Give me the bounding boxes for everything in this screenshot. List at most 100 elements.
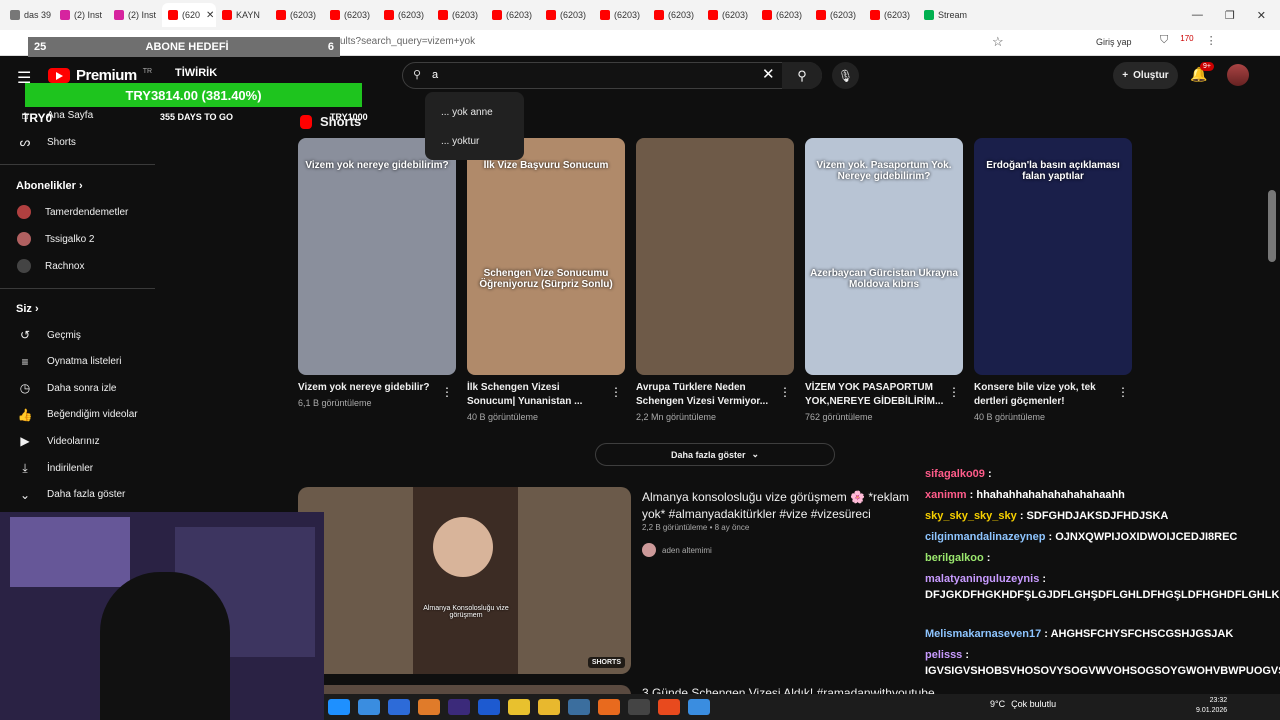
browser-tab[interactable]: (6203) xyxy=(486,3,540,27)
more-options-icon[interactable]: ⋮ xyxy=(779,385,791,399)
taskbar-app-icon[interactable] xyxy=(568,699,590,715)
browser-tab[interactable]: (6203) xyxy=(756,3,810,27)
chat-text: SDFGHDJAKSDJFHDJSKA xyxy=(1026,510,1169,522)
taskbar-app-icon[interactable] xyxy=(478,699,500,715)
user-avatar[interactable] xyxy=(1227,64,1249,86)
short-overlay-text: Vizem yok. Pasaportum Yok. Nereye gidebi… xyxy=(816,160,952,182)
chevron-down-icon: ⌄ xyxy=(751,449,760,459)
sidebar-item-channel[interactable]: Tssigalko 2 xyxy=(0,226,155,252)
wall-poster xyxy=(10,517,130,587)
maximize-icon[interactable]: ❐ xyxy=(1225,9,1235,22)
guest-signin[interactable]: Giriş yap xyxy=(1096,37,1132,47)
video-thumbnail[interactable]: Almanya Konsolosluğu vize görüşmem SHORT… xyxy=(298,487,631,674)
show-more-button[interactable]: Daha fazla göster ⌄ xyxy=(595,443,835,466)
short-title[interactable]: Avrupa Türklere Neden Schengen Vizesi Ve… xyxy=(636,381,776,409)
browser-tab[interactable]: (6203) xyxy=(540,3,594,27)
taskbar-app-icon[interactable] xyxy=(628,699,650,715)
taskbar-app-icon[interactable] xyxy=(418,699,440,715)
sidebar-item-channel[interactable]: Tamerdendemetler xyxy=(0,199,155,225)
suggestion-item[interactable]: ... yok anne xyxy=(425,98,524,127)
browser-tab[interactable]: (6203) xyxy=(864,3,918,27)
browser-tab[interactable]: (6203) xyxy=(432,3,486,27)
tab-favicon-icon xyxy=(924,10,934,20)
video-channel[interactable]: aden altemimi xyxy=(642,543,712,557)
browser-tab[interactable]: (6203) xyxy=(702,3,756,27)
taskbar-app-icon[interactable] xyxy=(598,699,620,715)
taskbar-app-icon[interactable] xyxy=(508,699,530,715)
bookmark-star-icon[interactable]: ☆ xyxy=(992,34,1004,50)
taskbar-app-icon[interactable] xyxy=(358,699,380,715)
short-title[interactable]: İlk Schengen Vizesi Sonucum| Yunanistan … xyxy=(467,381,607,409)
short-thumbnail[interactable]: İlk Vize Başvuru Sonucum Schengen Vize So… xyxy=(467,138,625,375)
taskbar-app-icon[interactable] xyxy=(448,699,470,715)
more-options-icon[interactable]: ⋮ xyxy=(610,385,622,399)
sidebar-item-label: Beğendiğim videolar xyxy=(47,409,138,421)
browser-tab[interactable]: (6203) xyxy=(378,3,432,27)
subscriptions-heading[interactable]: Abonelikler › xyxy=(16,180,83,192)
taskbar-app-icon[interactable] xyxy=(388,699,410,715)
create-button[interactable]: + Oluştur xyxy=(1113,62,1178,89)
browser-tab[interactable]: das 39 xyxy=(4,3,54,27)
browser-tab[interactable]: (6203) xyxy=(810,3,864,27)
short-thumbnail[interactable]: Vizem yok. Pasaportum Yok. Nereye gidebi… xyxy=(805,138,963,375)
browser-tab[interactable]: (6203) xyxy=(324,3,378,27)
shield-icon[interactable]: ⛉ xyxy=(1160,34,1168,47)
video-title[interactable]: Almanya konsolosluğu vize görüşmem 🌸 *re… xyxy=(642,489,932,523)
clear-search-icon[interactable]: ✕ xyxy=(762,65,775,83)
sidebar-item-you[interactable]: ≡ Oynatma listeleri xyxy=(0,349,155,375)
search-input[interactable] xyxy=(432,69,732,81)
close-window-icon[interactable]: ✕ xyxy=(1257,9,1266,22)
browser-tab[interactable]: (6203) xyxy=(648,3,702,27)
short-thumbnail[interactable]: Vizem yok nereye gidebilirim? xyxy=(298,138,456,375)
browser-tab[interactable]: (6203) xyxy=(270,3,324,27)
minimize-icon[interactable]: — xyxy=(1192,9,1203,21)
taskbar-app-icon[interactable] xyxy=(328,699,350,715)
more-options-icon[interactable]: ⋮ xyxy=(441,385,453,399)
more-options-icon[interactable]: ⋮ xyxy=(1117,385,1129,399)
sidebar-item-shorts[interactable]: ᔕ Shorts xyxy=(0,129,155,155)
more-options-icon[interactable]: ⋮ xyxy=(948,385,960,399)
taskbar-app-icon[interactable] xyxy=(538,699,560,715)
browser-tab[interactable]: (2) Inst xyxy=(108,3,162,27)
browser-tab[interactable]: (620 ✕ xyxy=(162,3,216,27)
menu-dots-icon[interactable]: ⋮ xyxy=(1206,34,1217,47)
tab-favicon-icon xyxy=(762,10,772,20)
weather-widget[interactable]: 9°C Çok bulutlu xyxy=(990,699,1056,709)
sidebar-item-you[interactable]: ⤓ İndirilenler xyxy=(0,455,155,481)
tab-favicon-icon xyxy=(600,10,610,20)
brand-name: Premium xyxy=(76,67,137,84)
voice-search-button[interactable]: 🎙 xyxy=(832,62,859,89)
extension-badge[interactable]: 170 xyxy=(1180,34,1193,47)
page-scrollbar[interactable] xyxy=(1268,190,1276,262)
browser-tab[interactable]: Stream xyxy=(918,3,972,27)
sidebar-item-you[interactable]: ▶ Videolarınız xyxy=(0,428,155,454)
short-title[interactable]: Vizem yok nereye gidebilir? xyxy=(298,381,438,395)
tab-label: (2) Inst xyxy=(128,10,157,20)
short-thumbnail[interactable]: Erdoğan'la basın açıklaması falan yaptıl… xyxy=(974,138,1132,375)
sidebar-item-you[interactable]: ⌄ Daha fazla göster xyxy=(0,482,155,508)
goal-target: 6 xyxy=(327,41,334,53)
short-title[interactable]: VİZEM YOK PASAPORTUM YOK,NEREYE GİDEBİLİ… xyxy=(805,381,945,409)
tab-label: (2) Inst xyxy=(74,10,103,20)
search-button[interactable]: ⚲ xyxy=(782,62,822,89)
browser-tab[interactable]: KAYN xyxy=(216,3,270,27)
chat-message: berilgalkoo : xyxy=(925,552,991,564)
sidebar-item-channel[interactable]: Rachnox xyxy=(0,253,155,279)
sidebar-item-label: Videolarınız xyxy=(47,435,100,447)
close-tab-icon[interactable]: ✕ xyxy=(206,10,214,21)
browser-tab[interactable]: (2) Inst xyxy=(54,3,108,27)
taskbar-app-icon[interactable] xyxy=(688,699,710,715)
short-thumbnail[interactable] xyxy=(636,138,794,375)
suggestion-item[interactable]: ... yoktur xyxy=(425,127,524,156)
sidebar-item-you[interactable]: ↺ Geçmiş xyxy=(0,322,155,348)
youtube-logo[interactable]: Premium TR xyxy=(48,67,152,84)
you-heading[interactable]: Siz › xyxy=(16,303,39,315)
short-title[interactable]: Konsere bile vize yok, tek dertleri göçm… xyxy=(974,381,1114,409)
chat-username: xanimm xyxy=(925,489,967,501)
url-text[interactable]: ults?search_query=vizem+yok xyxy=(340,36,475,47)
taskbar-app-icon[interactable] xyxy=(658,699,680,715)
system-clock[interactable]: 23:32 9.01.2026 xyxy=(1196,696,1227,716)
sidebar-item-you[interactable]: 👍 Beğendiğim videolar xyxy=(0,402,155,428)
browser-tab[interactable]: (6203) xyxy=(594,3,648,27)
sidebar-item-you[interactable]: ◷ Daha sonra izle xyxy=(0,375,155,401)
